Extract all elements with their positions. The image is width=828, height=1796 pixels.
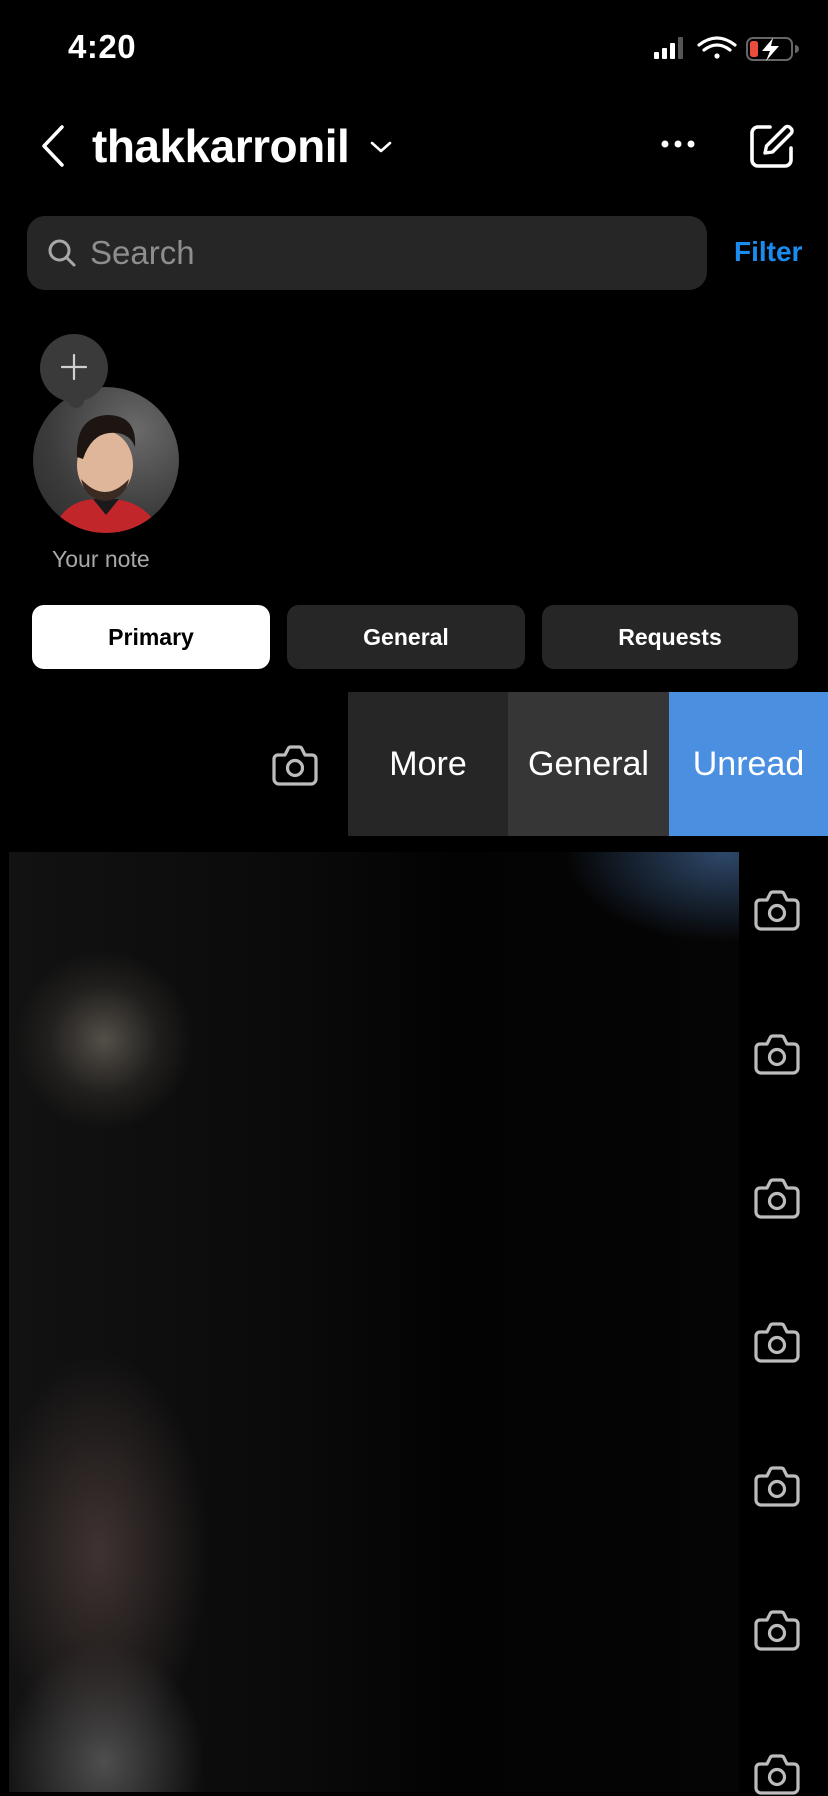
note-bubble-tail	[68, 392, 84, 408]
account-title[interactable]: thakkarronil	[92, 119, 350, 173]
camera-icon[interactable]	[754, 888, 800, 932]
chevron-down-icon[interactable]	[370, 140, 392, 154]
camera-icon[interactable]	[754, 1176, 800, 1220]
more-options-button[interactable]	[660, 138, 696, 150]
camera-icon[interactable]	[754, 1464, 800, 1508]
camera-icon[interactable]	[754, 1608, 800, 1652]
search-input[interactable]	[90, 232, 690, 274]
tab-requests[interactable]: Requests	[542, 605, 798, 669]
camera-icon[interactable]	[754, 1752, 800, 1796]
filter-button[interactable]: Filter	[734, 236, 802, 268]
camera-icon[interactable]	[754, 1320, 800, 1364]
back-button[interactable]	[38, 124, 68, 168]
status-icons	[654, 36, 799, 61]
battery-charging-icon	[746, 37, 799, 61]
wifi-icon	[697, 36, 737, 59]
cellular-signal-icon	[654, 37, 683, 59]
compose-button[interactable]	[748, 122, 796, 170]
search-icon	[48, 239, 76, 267]
tab-primary[interactable]: Primary	[32, 605, 270, 669]
swipe-action-general[interactable]: General	[508, 692, 669, 836]
plus-icon	[60, 353, 88, 381]
camera-icon[interactable]	[272, 743, 318, 787]
status-time: 4:20	[68, 28, 137, 65]
swipe-action-more[interactable]: More	[348, 692, 508, 836]
swipe-action-unread[interactable]: Unread	[669, 692, 828, 836]
avatar[interactable]	[33, 387, 179, 533]
camera-icon[interactable]	[754, 1032, 800, 1076]
your-note-label: Your note	[52, 546, 150, 572]
conversation-list-blurred[interactable]	[9, 852, 739, 1792]
tab-general[interactable]: General	[287, 605, 525, 669]
profile-photo	[53, 415, 161, 533]
